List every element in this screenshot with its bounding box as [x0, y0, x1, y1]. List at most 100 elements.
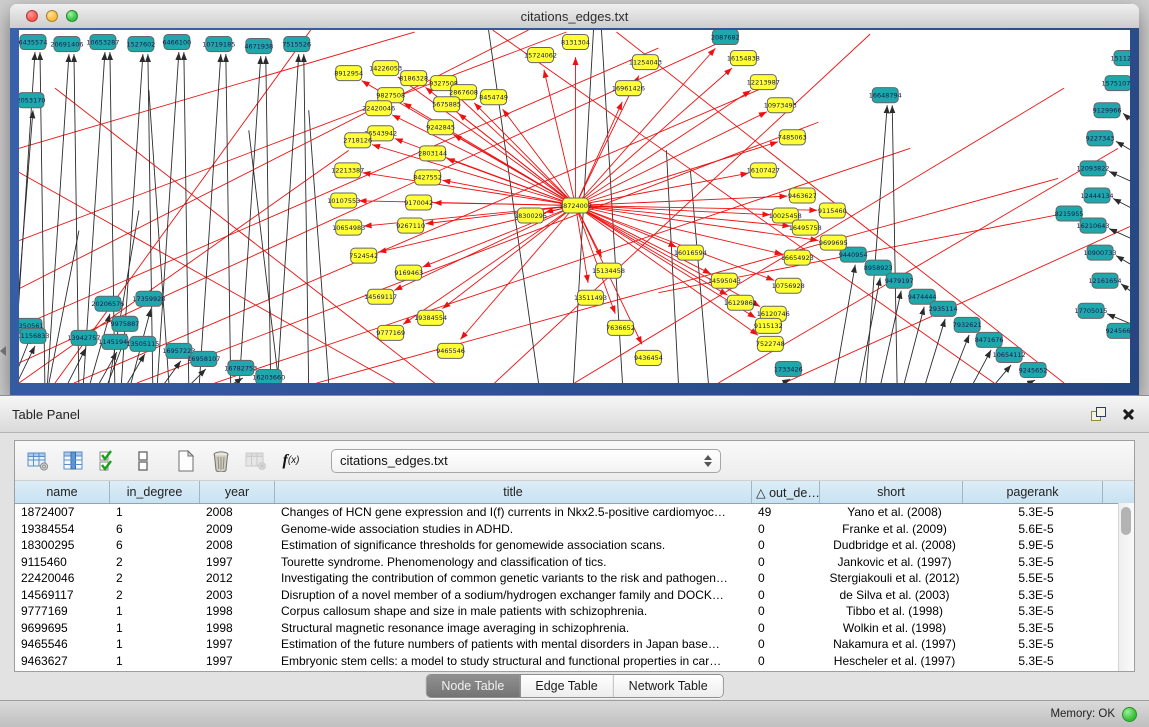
graph-node-label: 2053170	[19, 96, 45, 104]
table-cell: Dudbridge et al. (2008)	[820, 537, 963, 554]
table-source-dropdown[interactable]: citations_edges.txt	[331, 449, 721, 473]
column-header-short[interactable]: short	[820, 481, 963, 503]
column-header-pagerank[interactable]: pagerank	[963, 481, 1103, 503]
table-cell: 49	[752, 504, 820, 521]
graph-node-label: 1733426	[774, 365, 803, 373]
float-panel-icon[interactable]	[1091, 407, 1106, 421]
tab-edge-table[interactable]: Edge Table	[520, 675, 613, 697]
graph-node-label: 8131304	[561, 38, 590, 46]
table-row[interactable]: 946554611997Estimation of the future num…	[15, 636, 1134, 653]
table-panel: Table Panel	[0, 395, 1149, 727]
table-vertical-scrollbar[interactable]	[1118, 503, 1134, 671]
table-cell: Tourette syndrome. Phenomenology and cla…	[275, 554, 752, 571]
network-canvas[interactable]: 6435574206914061065328715276026466100107…	[19, 30, 1130, 383]
graph-node-label: 7522748	[756, 340, 785, 348]
graph-node-label: 19384554	[414, 314, 447, 322]
table-cell: 0	[752, 636, 820, 653]
table-cell: 18300295	[15, 537, 110, 554]
function-builder-icon[interactable]: f(x)	[278, 448, 304, 474]
show-columns-icon[interactable]	[60, 448, 86, 474]
table-cell: Jankovic et al. (1997)	[820, 554, 963, 571]
table-row[interactable]: 1938455462009Genome-wide association stu…	[15, 521, 1134, 538]
graph-node-label: 13511493	[574, 294, 607, 302]
zoom-window-button[interactable]	[66, 10, 78, 22]
table-source-value: citations_edges.txt	[340, 453, 704, 468]
table-row[interactable]: 969969511998Structural magnetic resonanc…	[15, 620, 1134, 637]
graph-node-label: 20206576	[91, 300, 124, 308]
splitter-collapse-arrow-icon[interactable]	[0, 346, 6, 356]
delete-columns-trash-icon[interactable]	[208, 448, 234, 474]
graph-node-label: 7485063	[778, 134, 807, 142]
graph-node-label: 9479197	[885, 277, 914, 285]
table-cell: Corpus callosum shape and size in male p…	[275, 603, 752, 620]
graph-node-label: 10756928	[772, 282, 805, 290]
tab-node-table[interactable]: Node Table	[426, 675, 520, 697]
graph-node-label: 16648794	[869, 91, 902, 99]
column-header-year[interactable]: year	[200, 481, 275, 503]
table-mode-icon[interactable]	[25, 448, 51, 474]
delete-table-icon[interactable]	[243, 448, 269, 474]
table-cell: Yano et al. (2008)	[820, 504, 963, 521]
column-header-title[interactable]: title	[275, 481, 752, 503]
table-row[interactable]: 1872400712008Changes of HCN gene express…	[15, 504, 1134, 521]
column-header-out_de[interactable]: △ out_de…	[752, 481, 820, 503]
graph-node-label: 8912954	[334, 69, 363, 77]
select-all-columns-icon[interactable]	[95, 448, 121, 474]
column-header-in_degree[interactable]: in_degree	[110, 481, 200, 503]
minimize-window-button[interactable]	[46, 10, 58, 22]
citation-network-graph[interactable]: 6435574206914061065328715276026466100107…	[19, 30, 1130, 383]
table-row[interactable]: 1456911722003Disruption of a novel membe…	[15, 587, 1134, 604]
table-row[interactable]: 977716911998Corpus callosum shape and si…	[15, 603, 1134, 620]
create-new-column-icon[interactable]	[173, 448, 199, 474]
graph-node-label: 16154838	[727, 54, 760, 62]
table-cell: 0	[752, 570, 820, 587]
graph-node-label: 9474444	[908, 293, 937, 301]
column-header-name[interactable]: name	[15, 481, 110, 503]
table-row[interactable]: 911546021997Tourette syndrome. Phenomeno…	[15, 554, 1134, 571]
graph-node-label: 9227343	[1086, 135, 1115, 143]
table-cell: 1998	[200, 603, 275, 620]
graph-node-label: 11156833	[19, 332, 50, 340]
table-cell: 5.3E-5	[963, 620, 1103, 637]
unselect-all-columns-icon[interactable]	[130, 448, 156, 474]
graph-node-label: 4671938	[244, 42, 273, 50]
table-cell: Nakamura et al. (1997)	[820, 636, 963, 653]
table-cell: 1	[110, 603, 200, 620]
graph-node-label: 22420046	[362, 105, 395, 113]
table-type-tabs: Node TableEdge TableNetwork Table	[425, 674, 723, 698]
table-cell: Stergiakouli et al. (2012)	[820, 570, 963, 587]
node-table: namein_degreeyeartitle△ out_de…shortpage…	[15, 481, 1134, 671]
close-panel-icon[interactable]	[1122, 408, 1135, 421]
tab-network-table[interactable]: Network Table	[614, 675, 723, 697]
table-cell: 5.3E-5	[963, 504, 1103, 521]
graph-node-label: 9169463	[394, 269, 423, 277]
graph-node-label: 2867608	[449, 88, 478, 96]
graph-node-label: 10654983	[332, 224, 365, 232]
table-cell: 1	[110, 636, 200, 653]
graph-node-label: 9245662	[1106, 327, 1130, 335]
window-titlebar[interactable]: citations_edges.txt	[10, 4, 1139, 29]
memory-status-indicator-icon[interactable]	[1122, 707, 1137, 722]
close-window-button[interactable]	[26, 10, 38, 22]
table-cell: 5.5E-5	[963, 570, 1103, 587]
graph-node-label: 12093822	[1077, 165, 1110, 173]
graph-node-label: 8471676	[975, 336, 1004, 344]
table-cell: 14569117	[15, 587, 110, 604]
graph-node-label: 8215955	[1055, 210, 1084, 218]
table-cell: Investigating the contribution of common…	[275, 570, 752, 587]
table-cell: 2008	[200, 504, 275, 521]
table-cell: 9463627	[15, 653, 110, 670]
table-row[interactable]: 2242004622012Investigating the contribut…	[15, 570, 1134, 587]
table-row[interactable]: 1830029562008Estimation of significance …	[15, 537, 1134, 554]
graph-node-label: 9129966	[1093, 107, 1122, 115]
graph-node-label: 5675885	[432, 101, 461, 109]
table-row[interactable]: 946362711997Embryonic stem cells: a mode…	[15, 653, 1134, 670]
graph-node-label: 8186328	[399, 74, 428, 82]
table-cell: 5.3E-5	[963, 636, 1103, 653]
table-cell: 1997	[200, 554, 275, 571]
table-cell: 1997	[200, 636, 275, 653]
graph-node-label: 11254043	[629, 58, 662, 66]
scrollbar-thumb[interactable]	[1121, 507, 1131, 535]
graph-node-label: 10900733	[1084, 249, 1117, 257]
graph-node-label: 16120746	[757, 310, 790, 318]
